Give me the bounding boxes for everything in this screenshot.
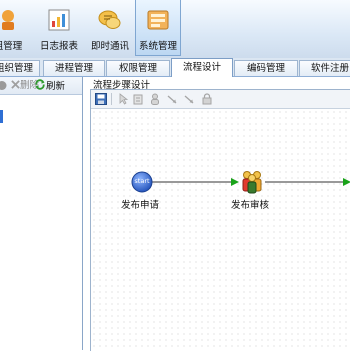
ribbon-label: 组管理 [0,41,23,52]
ribbon-label: 即时通讯 [90,41,129,52]
ribbon-system-management-button[interactable]: 系统管理 [135,0,181,56]
tab-permission-management[interactable]: 权限管理 [106,60,170,76]
start-node-label: 发布申请 [121,200,160,211]
review-node-label: 发布审核 [231,200,270,211]
delete-icon [11,80,20,89]
connector-line-icon[interactable] [166,93,178,105]
process-designer: 流程步骤设计 start 发布申请 发布审核 [88,77,350,351]
ribbon-label: 日志报表 [39,41,78,52]
chat-messages-icon [98,10,121,29]
tab-process-design[interactable]: 流程设计 [171,58,233,77]
add-button[interactable] [0,79,8,92]
reviewers-icon [242,171,262,194]
connector-arrowhead [343,178,350,186]
designer-toolbar [91,90,350,109]
flow-connectors [152,178,350,186]
ribbon-instant-messaging-button[interactable]: 即时通讯 [86,0,134,56]
ribbon-org-management-button[interactable]: 组管理 [0,0,30,56]
designer-canvas[interactable]: start 发布申请 发布审核 [91,109,350,351]
user-node-icon[interactable] [149,93,161,105]
refresh-button[interactable]: 刷新 [34,79,74,92]
org-tree-icon [2,10,14,30]
left-toolbar: 删除 刷新 [0,77,82,95]
ribbon-label: 系统管理 [138,41,177,52]
system-settings-icon [147,10,169,30]
start-node[interactable]: start [131,171,153,193]
add-icon [0,81,7,90]
tab-process-management[interactable]: 进程管理 [43,60,105,76]
designer-frame: start 发布申请 发布审核 [90,89,350,351]
tab-software-registration[interactable]: 软件注册 [299,60,350,76]
left-tree-panel: 删除 刷新 [0,77,83,350]
start-badge: start [134,177,150,185]
review-node[interactable] [239,169,265,195]
toolbar-separator [111,93,112,105]
report-chart-icon [48,9,70,31]
tab-org-management[interactable]: 组织管理 [0,60,40,76]
refresh-icon [35,79,45,90]
tree-selected-node-marker[interactable] [0,110,3,123]
refresh-label: 刷新 [46,81,66,92]
connector-curve-icon[interactable] [183,93,195,105]
module-tab-bar: 组织管理 进程管理 权限管理 流程设计 编码管理 软件注册 [0,58,350,77]
connector-arrowhead [231,178,239,186]
lock-icon[interactable] [201,93,213,105]
save-icon[interactable] [95,93,107,105]
ribbon-log-report-button[interactable]: 日志报表 [34,0,84,56]
main-ribbon: 组管理 日志报表 即时通讯 系统管理 [0,0,350,59]
pointer-icon[interactable] [117,93,129,105]
tab-code-management[interactable]: 编码管理 [234,60,298,76]
add-node-icon[interactable] [133,93,145,105]
